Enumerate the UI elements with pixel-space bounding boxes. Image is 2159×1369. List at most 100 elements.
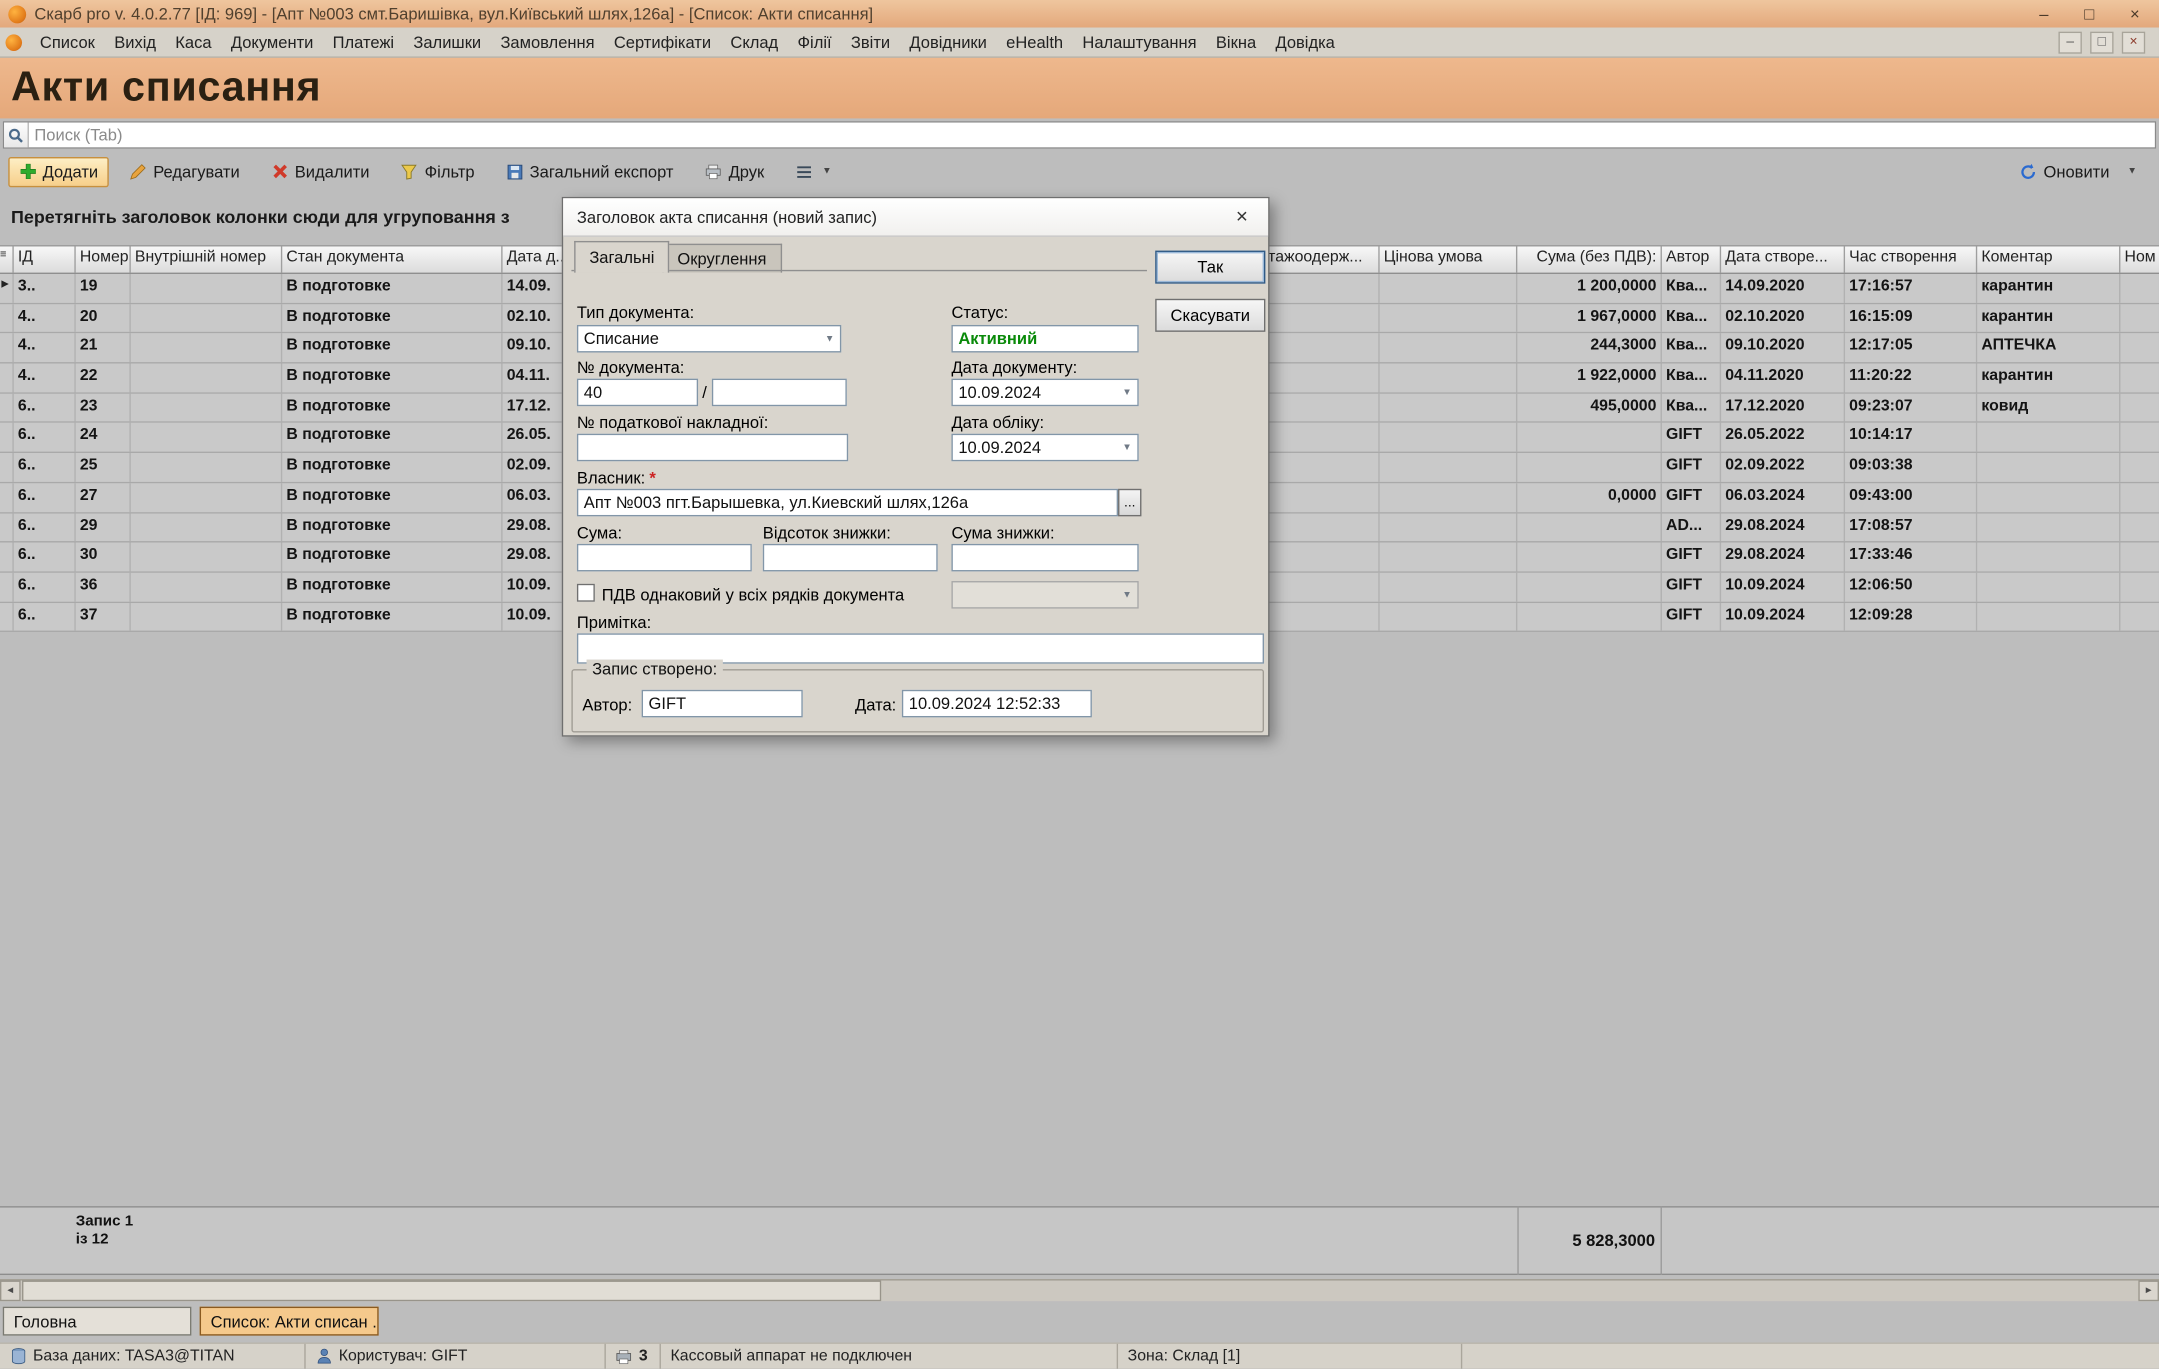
chevron-down-icon[interactable]: ▼ [1122, 443, 1132, 453]
doc-number-input[interactable]: 40 [577, 379, 698, 407]
ok-button[interactable]: Так [1155, 251, 1265, 284]
owner-browse-button[interactable]: ... [1118, 489, 1141, 517]
table-cell: 22 [76, 364, 131, 392]
chevron-down-icon: ▼ [822, 167, 832, 177]
view-options-button[interactable]: ▼ [785, 158, 843, 186]
minimize-button[interactable]: – [2039, 4, 2048, 23]
menu-item-vikna[interactable]: Вікна [1206, 28, 1266, 56]
owner-input[interactable]: Апт №003 пгт.Барышевка, ул.Киевский шлях… [577, 489, 1118, 517]
menu-item-sklad[interactable]: Склад [721, 28, 788, 56]
database-label: База даних: TASA3@TITAN [33, 1348, 234, 1365]
doc-date-value: 10.09.2024 [958, 383, 1041, 402]
menu-item-dokumenty[interactable]: Документи [221, 28, 323, 56]
vat-checkbox-label[interactable]: ПДВ однаковий у всіх рядків документа [602, 585, 905, 604]
table-cell [1977, 483, 2120, 511]
print-button[interactable]: Друк [694, 156, 775, 186]
tab-current-list[interactable]: Список: Акти списан ... [200, 1307, 379, 1336]
menu-item-platezhi[interactable]: Платежі [323, 28, 404, 56]
menu-item-zalyshky[interactable]: Залишки [404, 28, 491, 56]
table-cell [131, 573, 282, 601]
mdi-minimize-button[interactable]: – [2058, 31, 2081, 53]
table-cell [1380, 423, 1518, 451]
author-field: GIFT [642, 690, 803, 718]
table-cell: 29.08.2024 [1721, 513, 1845, 541]
chevron-down-icon[interactable]: ▼ [825, 334, 835, 344]
tab-home[interactable]: Головна [3, 1307, 192, 1336]
search-icon[interactable] [4, 123, 29, 148]
column-header-created-date[interactable]: Дата створе... [1721, 246, 1845, 272]
mdi-close-button[interactable]: × [2122, 31, 2145, 53]
window-titlebar: Скарб pro v. 4.0.2.77 [ІД: 969] - [Апт №… [0, 0, 2159, 28]
column-header-nom[interactable]: Ном [2120, 246, 2159, 272]
column-header-id[interactable]: ІД [14, 246, 76, 272]
chevron-down-icon[interactable]: ▼ [1122, 388, 1132, 398]
table-cell: 17:33:46 [1845, 543, 1977, 571]
menu-item-zamovlennia[interactable]: Замовлення [491, 28, 604, 56]
maximize-button[interactable]: □ [2084, 4, 2094, 23]
column-header-state[interactable]: Стан документа [282, 246, 502, 272]
row-indicator-cell [0, 573, 14, 601]
menu-item-filii[interactable]: Філії [788, 28, 841, 56]
row-indicator-cell [0, 393, 14, 421]
delete-button[interactable]: Видалити [260, 156, 380, 186]
table-cell: 02.10.2020 [1721, 304, 1845, 332]
doc-type-combobox[interactable]: Списание ▼ [577, 325, 841, 353]
edit-button[interactable]: Редагувати [119, 156, 251, 186]
dialog-tab-rounding[interactable]: Округлення [662, 244, 781, 273]
menu-item-nalashtuvannia[interactable]: Налаштування [1073, 28, 1206, 56]
column-header-pricecond[interactable]: Цінова умова [1380, 246, 1518, 272]
dialog-tab-general[interactable]: Загальні [574, 241, 669, 273]
column-header-comment[interactable]: Коментар [1977, 246, 2120, 272]
horizontal-scrollbar[interactable]: ◄ ► [0, 1279, 2159, 1301]
account-date-picker[interactable]: 10.09.2024 ▼ [951, 434, 1138, 462]
device-count-label: 3 [639, 1348, 648, 1365]
dialog-close-icon[interactable]: × [1230, 205, 1255, 228]
table-cell: 12:09:28 [1845, 602, 1977, 630]
tax-invoice-input[interactable] [577, 434, 848, 462]
filter-button[interactable]: Фільтр [390, 156, 485, 186]
mdi-restore-button[interactable]: □ [2090, 31, 2113, 53]
export-button[interactable]: Загальний експорт [495, 156, 684, 186]
table-cell [1380, 483, 1518, 511]
close-button[interactable]: × [2130, 4, 2140, 23]
scroll-right-icon[interactable]: ► [2138, 1281, 2159, 1302]
menu-item-vykhid[interactable]: Вихід [105, 28, 166, 56]
table-cell [1380, 334, 1518, 362]
table-cell: 17:08:57 [1845, 513, 1977, 541]
table-cell: 02.09.2022 [1721, 453, 1845, 481]
cash-register-status-label: Кассовый аппарат не подключен [671, 1348, 912, 1365]
table-cell: 1 922,0000 [1517, 364, 1662, 392]
menu-item-zvity[interactable]: Звіти [841, 28, 900, 56]
scroll-left-icon[interactable]: ◄ [0, 1281, 21, 1302]
vat-checkbox[interactable] [577, 584, 595, 602]
table-cell [1264, 453, 1380, 481]
table-cell: 24 [76, 423, 131, 451]
doc-date-picker[interactable]: 10.09.2024 ▼ [951, 379, 1138, 407]
refresh-button[interactable]: Оновити [2009, 156, 2120, 186]
tax-invoice-label: № податкової накладної: [577, 413, 768, 432]
cancel-button[interactable]: Скасувати [1155, 299, 1265, 332]
column-header-created-time[interactable]: Час створення [1845, 246, 1977, 272]
discount-percent-input[interactable] [763, 544, 938, 572]
column-header-number[interactable]: Номер [76, 246, 131, 272]
status-label: Статус: [951, 303, 1008, 322]
column-header-consignee[interactable]: тажоодерж... [1264, 246, 1380, 272]
menu-item-spysok[interactable]: Список [30, 28, 104, 56]
scrollbar-thumb[interactable] [22, 1281, 881, 1302]
column-header-sum[interactable]: Сума (без ПДВ): [1517, 246, 1662, 272]
column-header-internal[interactable]: Внутрішній номер [131, 246, 282, 272]
discount-sum-input[interactable] [951, 544, 1138, 572]
column-header-author[interactable]: Автор [1662, 246, 1721, 272]
menu-item-kasa[interactable]: Каса [166, 28, 222, 56]
doc-number-suffix-input[interactable] [712, 379, 847, 407]
search-input[interactable] [29, 124, 2155, 146]
menu-item-dovidnyky[interactable]: Довідники [900, 28, 997, 56]
add-button[interactable]: Додати [8, 156, 109, 186]
menu-item-dovidka[interactable]: Довідка [1266, 28, 1345, 56]
menu-item-sertyfikaty[interactable]: Сертифікати [604, 28, 721, 56]
table-cell: 6.. [14, 393, 76, 421]
menu-item-ehealth[interactable]: eHealth [997, 28, 1073, 56]
owner-value: Апт №003 пгт.Барышевка, ул.Киевский шлях… [584, 493, 968, 512]
refresh-dropdown-icon[interactable]: ▼ [2127, 167, 2137, 177]
sum-input[interactable] [577, 544, 752, 572]
